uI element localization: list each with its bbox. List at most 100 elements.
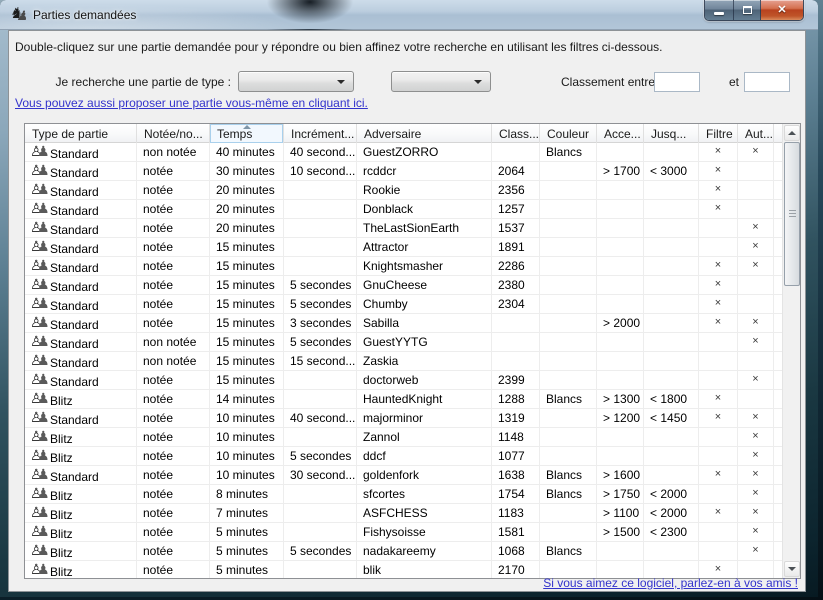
cell-time: 15 minutes — [210, 333, 284, 351]
cell-rating — [492, 333, 540, 351]
scrollbar-grip-icon — [789, 210, 796, 218]
table-row[interactable]: ♙♟Blitznotée14 minutesHauntedKnight1288B… — [25, 390, 782, 409]
scroll-down-button[interactable] — [784, 561, 800, 577]
scroll-up-button[interactable] — [784, 125, 800, 141]
cell-increment: 5 secondes — [284, 447, 357, 465]
column-header-color[interactable]: Couleur — [540, 124, 597, 143]
close-button[interactable]: ✕ — [761, 0, 803, 20]
table-row[interactable]: ♙♟Blitznotée8 minutessfcortes1754Blancs>… — [25, 485, 782, 504]
cell-opponent: GnuCheese — [357, 276, 492, 294]
cell-stub — [774, 333, 782, 351]
cell-stub — [774, 390, 782, 408]
cell-time: 15 minutes — [210, 352, 284, 370]
table-row[interactable]: ♙♟Standardnon notée15 minutes15 second..… — [25, 352, 782, 371]
table-row[interactable]: ♙♟Standardnotée10 minutes30 second...gol… — [25, 466, 782, 485]
chess-pawn-icon: ♙♟ — [31, 430, 48, 445]
cell-time: 5 minutes — [210, 561, 284, 578]
cell-auto-mark: × — [738, 428, 774, 446]
table-row[interactable]: ♙♟Blitznotée5 minutesFishysoisse1581> 15… — [25, 523, 782, 542]
game-type-combobox[interactable] — [238, 71, 354, 92]
cell-stub — [774, 295, 782, 313]
cell-rating-below — [644, 181, 699, 199]
table-row[interactable]: ♙♟Standardnotée20 minutesDonblack1257× — [25, 200, 782, 219]
table-row[interactable]: ♙♟Standardnotée15 minutes3 secondesSabil… — [25, 314, 782, 333]
cell-rating: 1319 — [492, 409, 540, 427]
dialog-window: ♞♟ Parties demandées ✕ Double-cliquez su… — [0, 0, 818, 597]
cell-game-type: ♙♟Blitz — [25, 428, 137, 446]
table-row[interactable]: ♙♟Standardnotée10 minutes40 second...maj… — [25, 409, 782, 428]
chess-pawn-icon: ♙♟ — [31, 411, 48, 426]
column-header-auto-mark[interactable]: Aut... — [738, 124, 774, 143]
cell-increment: 5 secondes — [284, 276, 357, 294]
cell-auto-mark: × — [738, 371, 774, 389]
column-header-opponent[interactable]: Adversaire — [357, 124, 492, 143]
column-header-increment[interactable]: Incrément... — [284, 124, 357, 143]
chess-pawn-icon: ♙♟ — [31, 278, 48, 293]
game-type-label: Standard — [50, 337, 99, 351]
chess-pawn-icon: ♙♟ — [31, 202, 48, 217]
table-row[interactable]: ♙♟Standardnotée20 minutesTheLastSionEart… — [25, 219, 782, 238]
column-header-time[interactable]: Temps — [210, 124, 284, 143]
table-row[interactable]: ♙♟Standardnotée30 minutes10 second...rcd… — [25, 162, 782, 181]
table-row[interactable]: ♙♟Standardnon notée40 minutes40 second..… — [25, 143, 782, 162]
cell-rating — [492, 143, 540, 161]
column-header-rating[interactable]: Class... — [492, 124, 540, 143]
cell-time: 5 minutes — [210, 523, 284, 541]
cell-game-type: ♙♟Blitz — [25, 561, 137, 578]
vertical-scrollbar[interactable] — [782, 124, 800, 578]
cell-auto-mark: × — [738, 143, 774, 161]
column-header-rating-above[interactable]: Acce... — [597, 124, 644, 143]
table-row[interactable]: ♙♟Blitznotée10 minutes5 secondesddcf1077… — [25, 447, 782, 466]
cell-game-type: ♙♟Blitz — [25, 447, 137, 465]
cell-filter-mark — [699, 523, 738, 541]
title-bar[interactable]: ♞♟ Parties demandées ✕ — [0, 0, 818, 30]
cell-auto-mark: × — [738, 314, 774, 332]
table-row[interactable]: ♙♟Standardnotée15 minutesKnightsmasher22… — [25, 257, 782, 276]
tell-friends-link[interactable]: Si vous aimez ce logiciel, parlez-en à v… — [543, 576, 798, 590]
cell-opponent: Knightsmasher — [357, 257, 492, 275]
table-row[interactable]: ♙♟Standardnotée20 minutesRookie2356× — [25, 181, 782, 200]
table-row[interactable]: ♙♟Blitznotée7 minutesASFCHESS1183> 1100<… — [25, 504, 782, 523]
cell-rated-status: notée — [137, 561, 210, 578]
game-type-label: Standard — [50, 470, 99, 484]
propose-game-link[interactable]: Vous pouvez aussi proposer une partie vo… — [15, 96, 368, 110]
cell-rating: 1638 — [492, 466, 540, 484]
cell-auto-mark: × — [738, 485, 774, 503]
cell-rated-status: notée — [137, 409, 210, 427]
table-row[interactable]: ♙♟Blitznotée5 minutes5 secondesnadakaree… — [25, 542, 782, 561]
column-header-filter-mark[interactable]: Filtre — [699, 124, 738, 143]
cell-rated-status: notée — [137, 447, 210, 465]
table-row[interactable]: ♙♟Standardnon notée15 minutes5 secondesG… — [25, 333, 782, 352]
cell-stub — [774, 428, 782, 446]
minimize-button[interactable] — [705, 0, 734, 20]
cell-game-type: ♙♟Standard — [25, 276, 137, 294]
maximize-button[interactable] — [734, 0, 761, 20]
rating-max-input[interactable] — [744, 72, 790, 92]
cell-time: 10 minutes — [210, 466, 284, 484]
cell-rating-above — [597, 333, 644, 351]
column-header-rated-status[interactable]: Notée/no... — [137, 124, 210, 143]
table-row[interactable]: ♙♟Standardnotée15 minutes5 secondesChumb… — [25, 295, 782, 314]
cell-color: Blancs — [540, 485, 597, 503]
cell-stub — [774, 542, 782, 560]
table-row[interactable]: ♙♟Blitznotée10 minutesZannol1148× — [25, 428, 782, 447]
table-row[interactable]: ♙♟Standardnotée15 minutes5 secondesGnuCh… — [25, 276, 782, 295]
column-header-rating-below[interactable]: Jusq... — [644, 124, 699, 143]
chess-pawn-icon: ♙♟ — [31, 392, 48, 407]
games-list: Type de partieNotée/no...TempsIncrément.… — [24, 123, 801, 579]
cell-rating-above: > 1750 — [597, 485, 644, 503]
chess-pawn-icon: ♙♟ — [31, 468, 48, 483]
scrollbar-thumb[interactable] — [784, 142, 800, 286]
cell-rating-below — [644, 428, 699, 446]
rating-min-input[interactable] — [654, 72, 700, 92]
cell-rating: 2356 — [492, 181, 540, 199]
time-combobox[interactable] — [391, 71, 491, 92]
close-icon: ✕ — [777, 5, 786, 16]
cell-rating-below — [644, 333, 699, 351]
cell-filter-mark — [699, 542, 738, 560]
table-row[interactable]: ♙♟Standardnotée15 minutesdoctorweb2399× — [25, 371, 782, 390]
column-header-game-type[interactable]: Type de partie — [25, 124, 137, 143]
cell-increment: 30 second... — [284, 466, 357, 484]
table-row[interactable]: ♙♟Standardnotée15 minutesAttractor1891× — [25, 238, 782, 257]
cell-game-type: ♙♟Standard — [25, 409, 137, 427]
